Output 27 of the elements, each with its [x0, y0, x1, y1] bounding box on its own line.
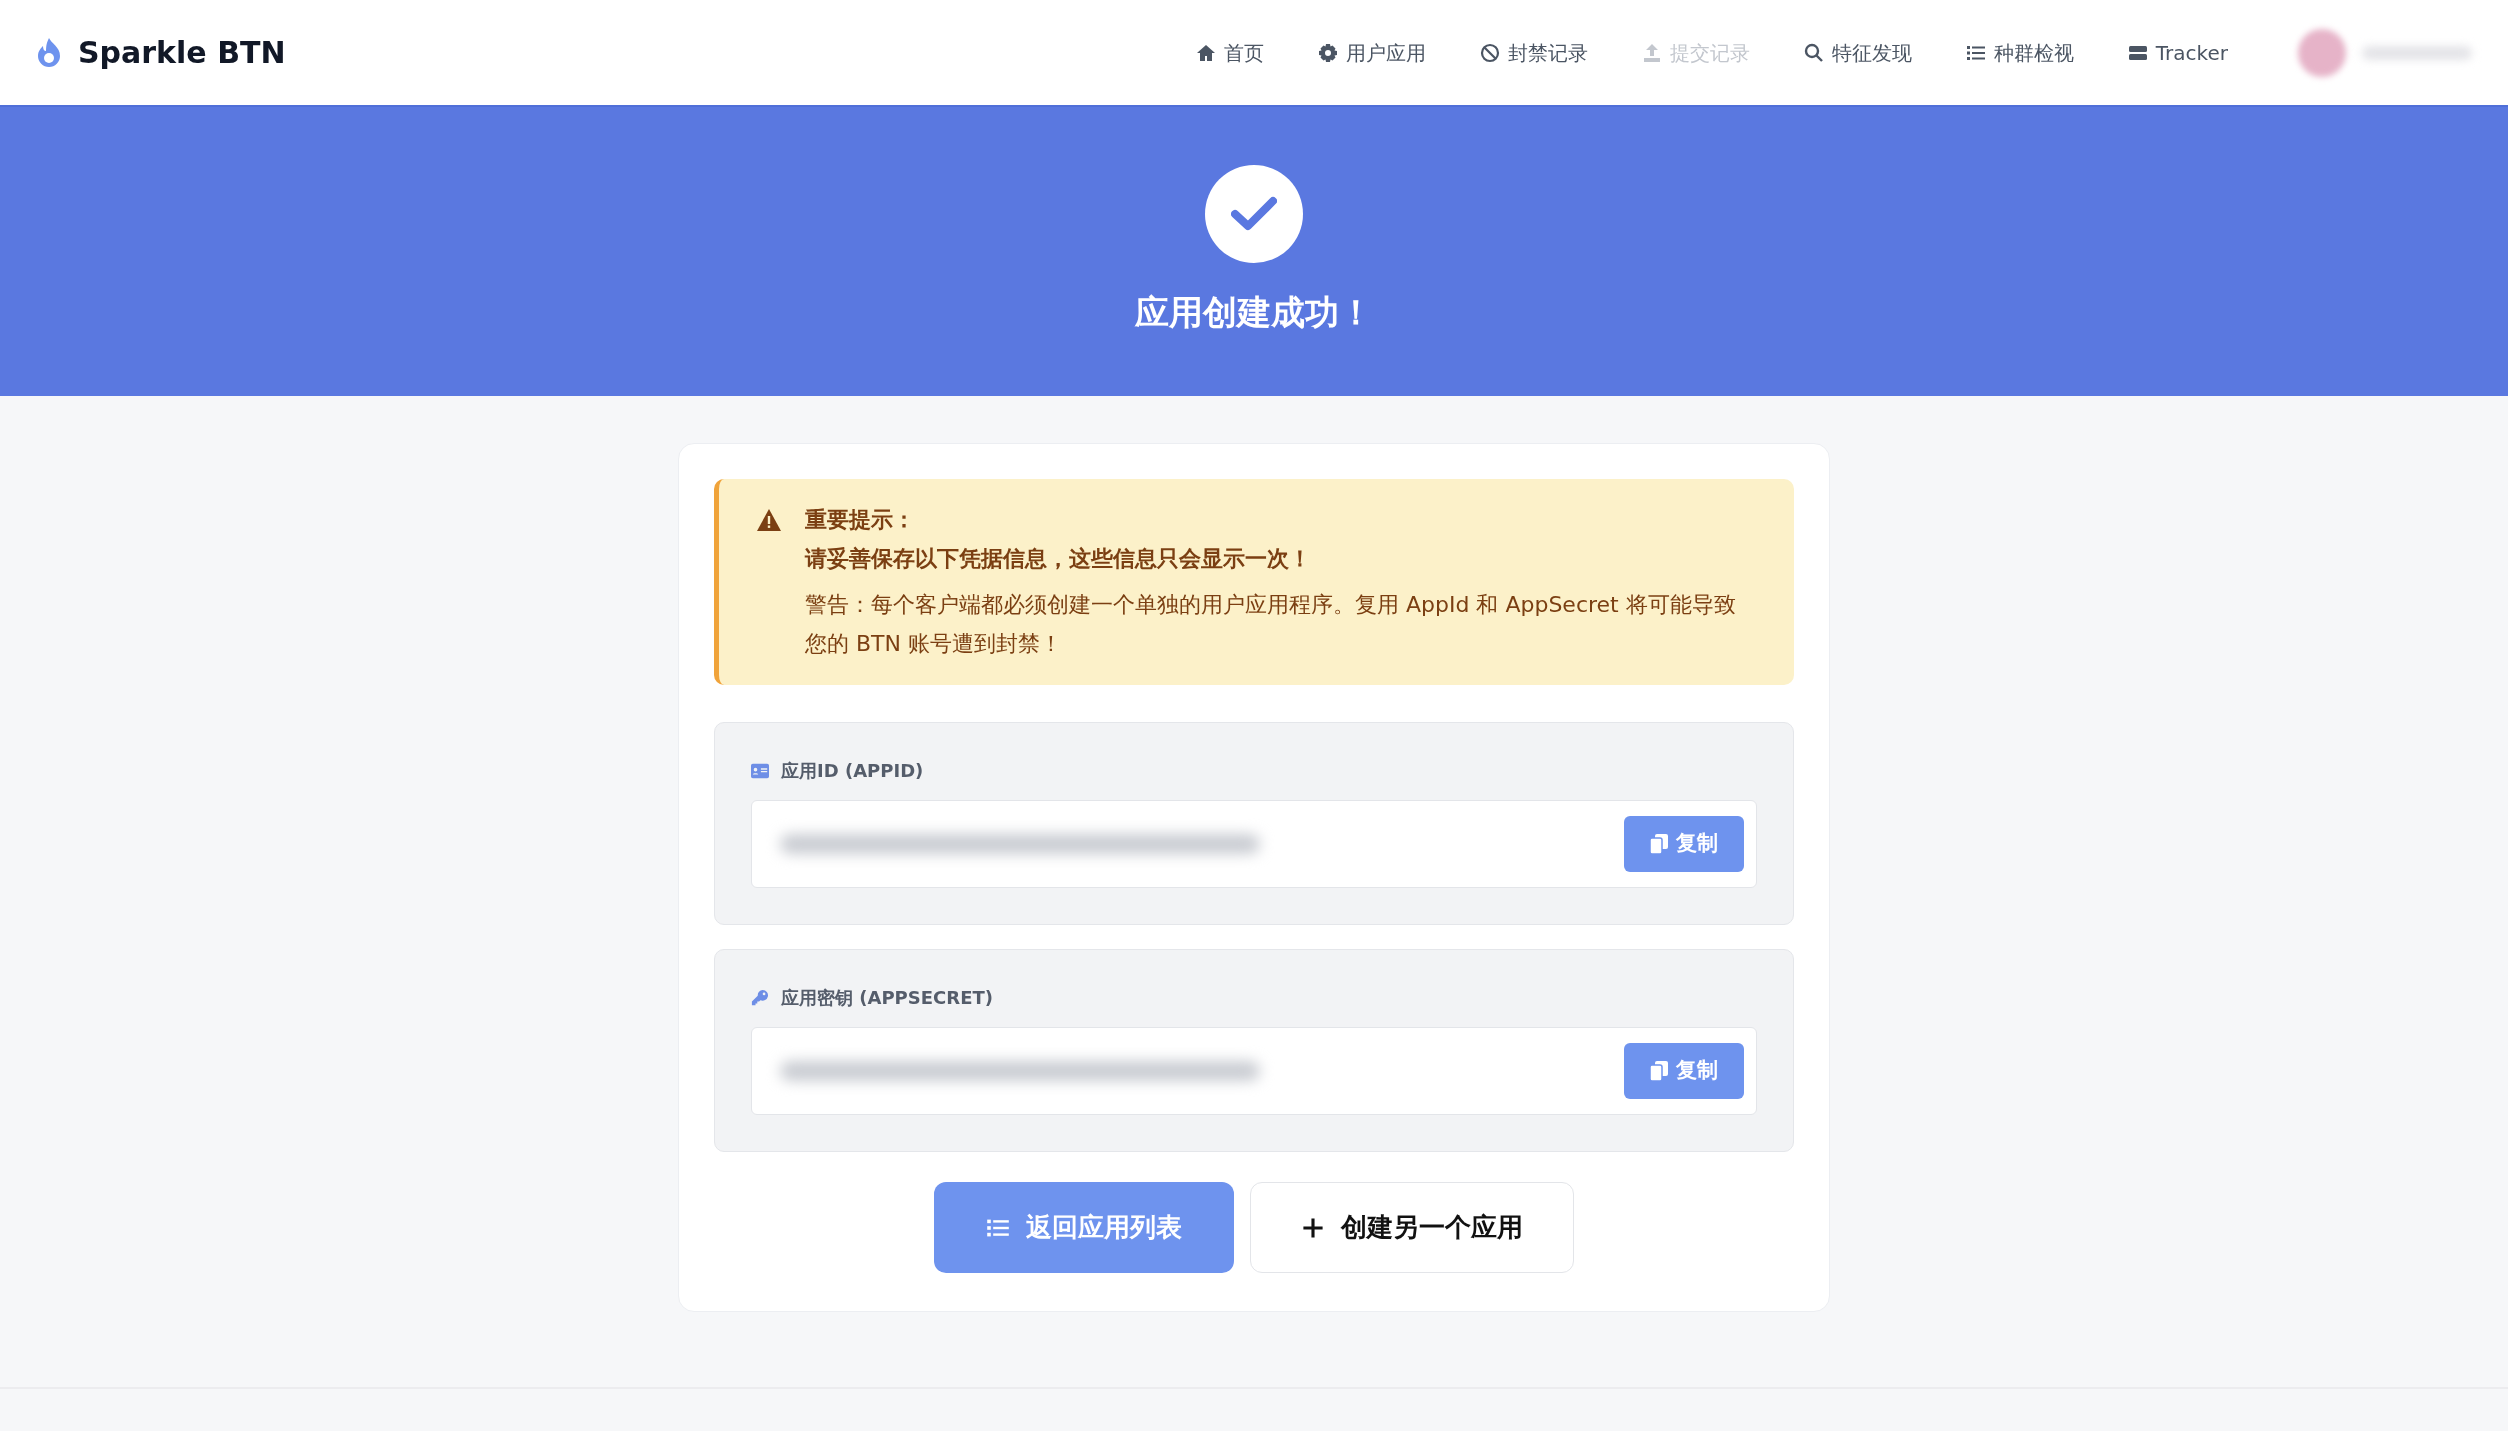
copy-icon [1650, 834, 1668, 854]
id-card-icon [751, 761, 769, 780]
ban-icon [1479, 42, 1500, 63]
field-label: 应用密钥 (APPSECRET) [781, 986, 993, 1010]
copy-icon [1650, 1061, 1668, 1081]
flame-icon [36, 37, 62, 68]
nav-link[interactable]: 种群检视 [1965, 31, 2074, 74]
avatar[interactable] [2298, 28, 2346, 77]
nav-link[interactable]: 用户应用 [1317, 31, 1426, 74]
nav-link[interactable]: 首页 [1195, 31, 1264, 74]
create-button[interactable]: 创建另一个应用 [1250, 1182, 1574, 1273]
warning-icon [757, 509, 781, 531]
alert-title: 重要提示： [805, 506, 916, 534]
home-icon [1195, 42, 1216, 63]
search-icon [1803, 42, 1824, 63]
success-title: 应用创建成功！ [1135, 291, 1373, 334]
alert-message: 请妥善保存以下凭据信息，这些信息只会显示一次！ [805, 544, 1312, 573]
plus-icon [1301, 1215, 1325, 1240]
key-icon [751, 988, 769, 1007]
upload-icon [1641, 42, 1662, 63]
field-label: 应用ID (APPID) [781, 759, 924, 783]
nav-link[interactable]: Tracker [2127, 31, 2228, 74]
nav-link[interactable]: 封禁记录 [1479, 31, 1588, 74]
settings-icon [1317, 42, 1338, 63]
nav-link[interactable]: 特征发现 [1803, 31, 1912, 74]
brand-name[interactable]: Sparkle BTN [78, 30, 286, 75]
alert-warning-text: 警告：每个客户端都必须创建一个单独的用户应用程序。复用 AppId 和 AppSecret 将可能导致您的 BTN 账号遭到封禁！ [805, 591, 1737, 658]
